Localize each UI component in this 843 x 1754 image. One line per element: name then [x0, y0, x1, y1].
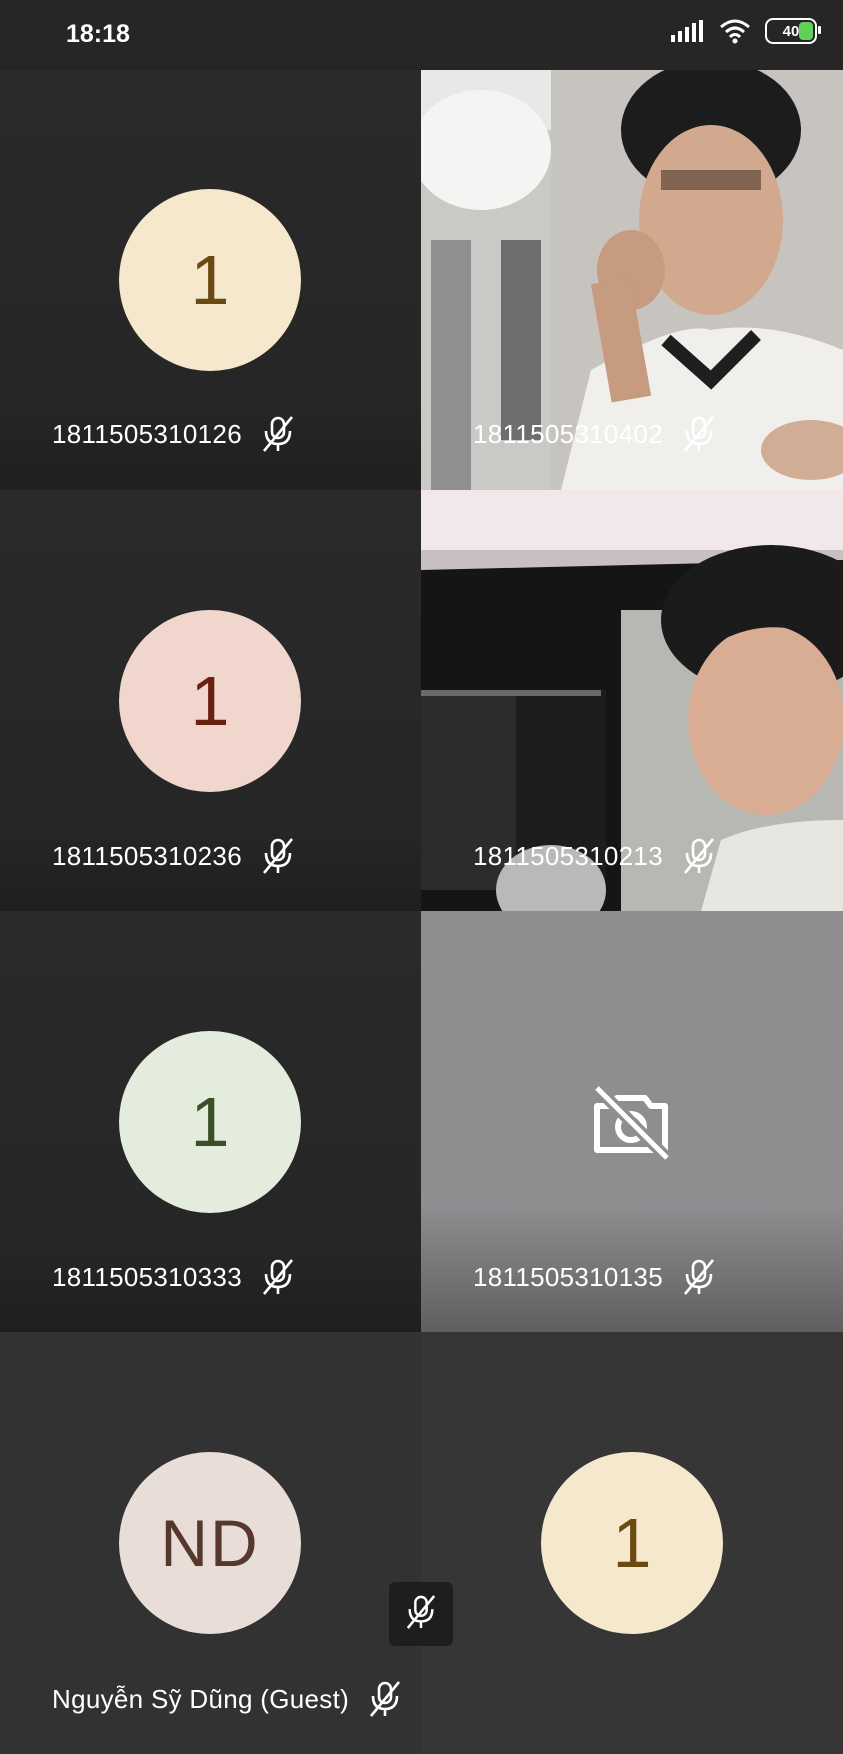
avatar-initials: 1 [190, 662, 230, 740]
participant-tile[interactable]: 1 1811505310236 [0, 490, 421, 911]
wifi-icon [720, 19, 750, 44]
battery-icon: 40 [765, 18, 821, 44]
battery-level: 40 [782, 22, 800, 40]
mic-off-icon [404, 1594, 438, 1635]
participant-grid: 1 1811505310126 1811505310402 1 18115053… [0, 70, 843, 1754]
participant-tile[interactable]: 1 1811505310126 [0, 70, 421, 490]
participant-name: 1811505310333 [52, 1261, 242, 1292]
avatar-initials: 1 [190, 1083, 230, 1161]
mic-off-icon [260, 415, 296, 453]
participant-name: 1811505310236 [52, 840, 242, 871]
status-bar: 18:18 40 [0, 0, 843, 70]
participant-name: 1811505310126 [52, 418, 242, 449]
participant-tile[interactable]: 1811505310135 [421, 911, 843, 1332]
mic-off-icon [260, 1258, 296, 1296]
status-time: 18:18 [66, 20, 130, 48]
self-mute-button[interactable] [389, 1582, 453, 1646]
participant-name: 1811505310135 [473, 1261, 663, 1292]
mic-off-icon [681, 837, 717, 875]
signal-icon [671, 20, 703, 42]
participant-avatar: ND [119, 1452, 301, 1634]
mic-off-icon [367, 1680, 403, 1718]
mic-off-icon [260, 837, 296, 875]
participant-video-tile[interactable]: 1811505310402 [421, 70, 843, 490]
participant-tile[interactable]: ND Nguyễn Sỹ Dũng (Guest) [0, 1332, 421, 1754]
avatar-initials: 1 [612, 1504, 652, 1582]
participant-name: 1811505310213 [473, 840, 663, 871]
avatar-initials: 1 [190, 241, 230, 319]
self-view-tile[interactable]: 1 [421, 1332, 843, 1754]
camera-off-icon [591, 1083, 672, 1165]
participant-name: Nguyễn Sỹ Dũng (Guest) [52, 1683, 350, 1714]
participant-video-tile[interactable]: 1811505310213 [421, 490, 843, 911]
participant-avatar: 1 [541, 1452, 723, 1634]
mic-off-icon [681, 1258, 717, 1296]
participant-name: 1811505310402 [473, 418, 663, 449]
participant-avatar: 1 [119, 610, 301, 792]
participant-tile[interactable]: 1 1811505310333 [0, 911, 421, 1332]
mic-off-icon [681, 415, 717, 453]
participant-avatar: 1 [119, 189, 301, 371]
participant-avatar: 1 [119, 1031, 301, 1213]
avatar-initials: ND [160, 1506, 260, 1580]
